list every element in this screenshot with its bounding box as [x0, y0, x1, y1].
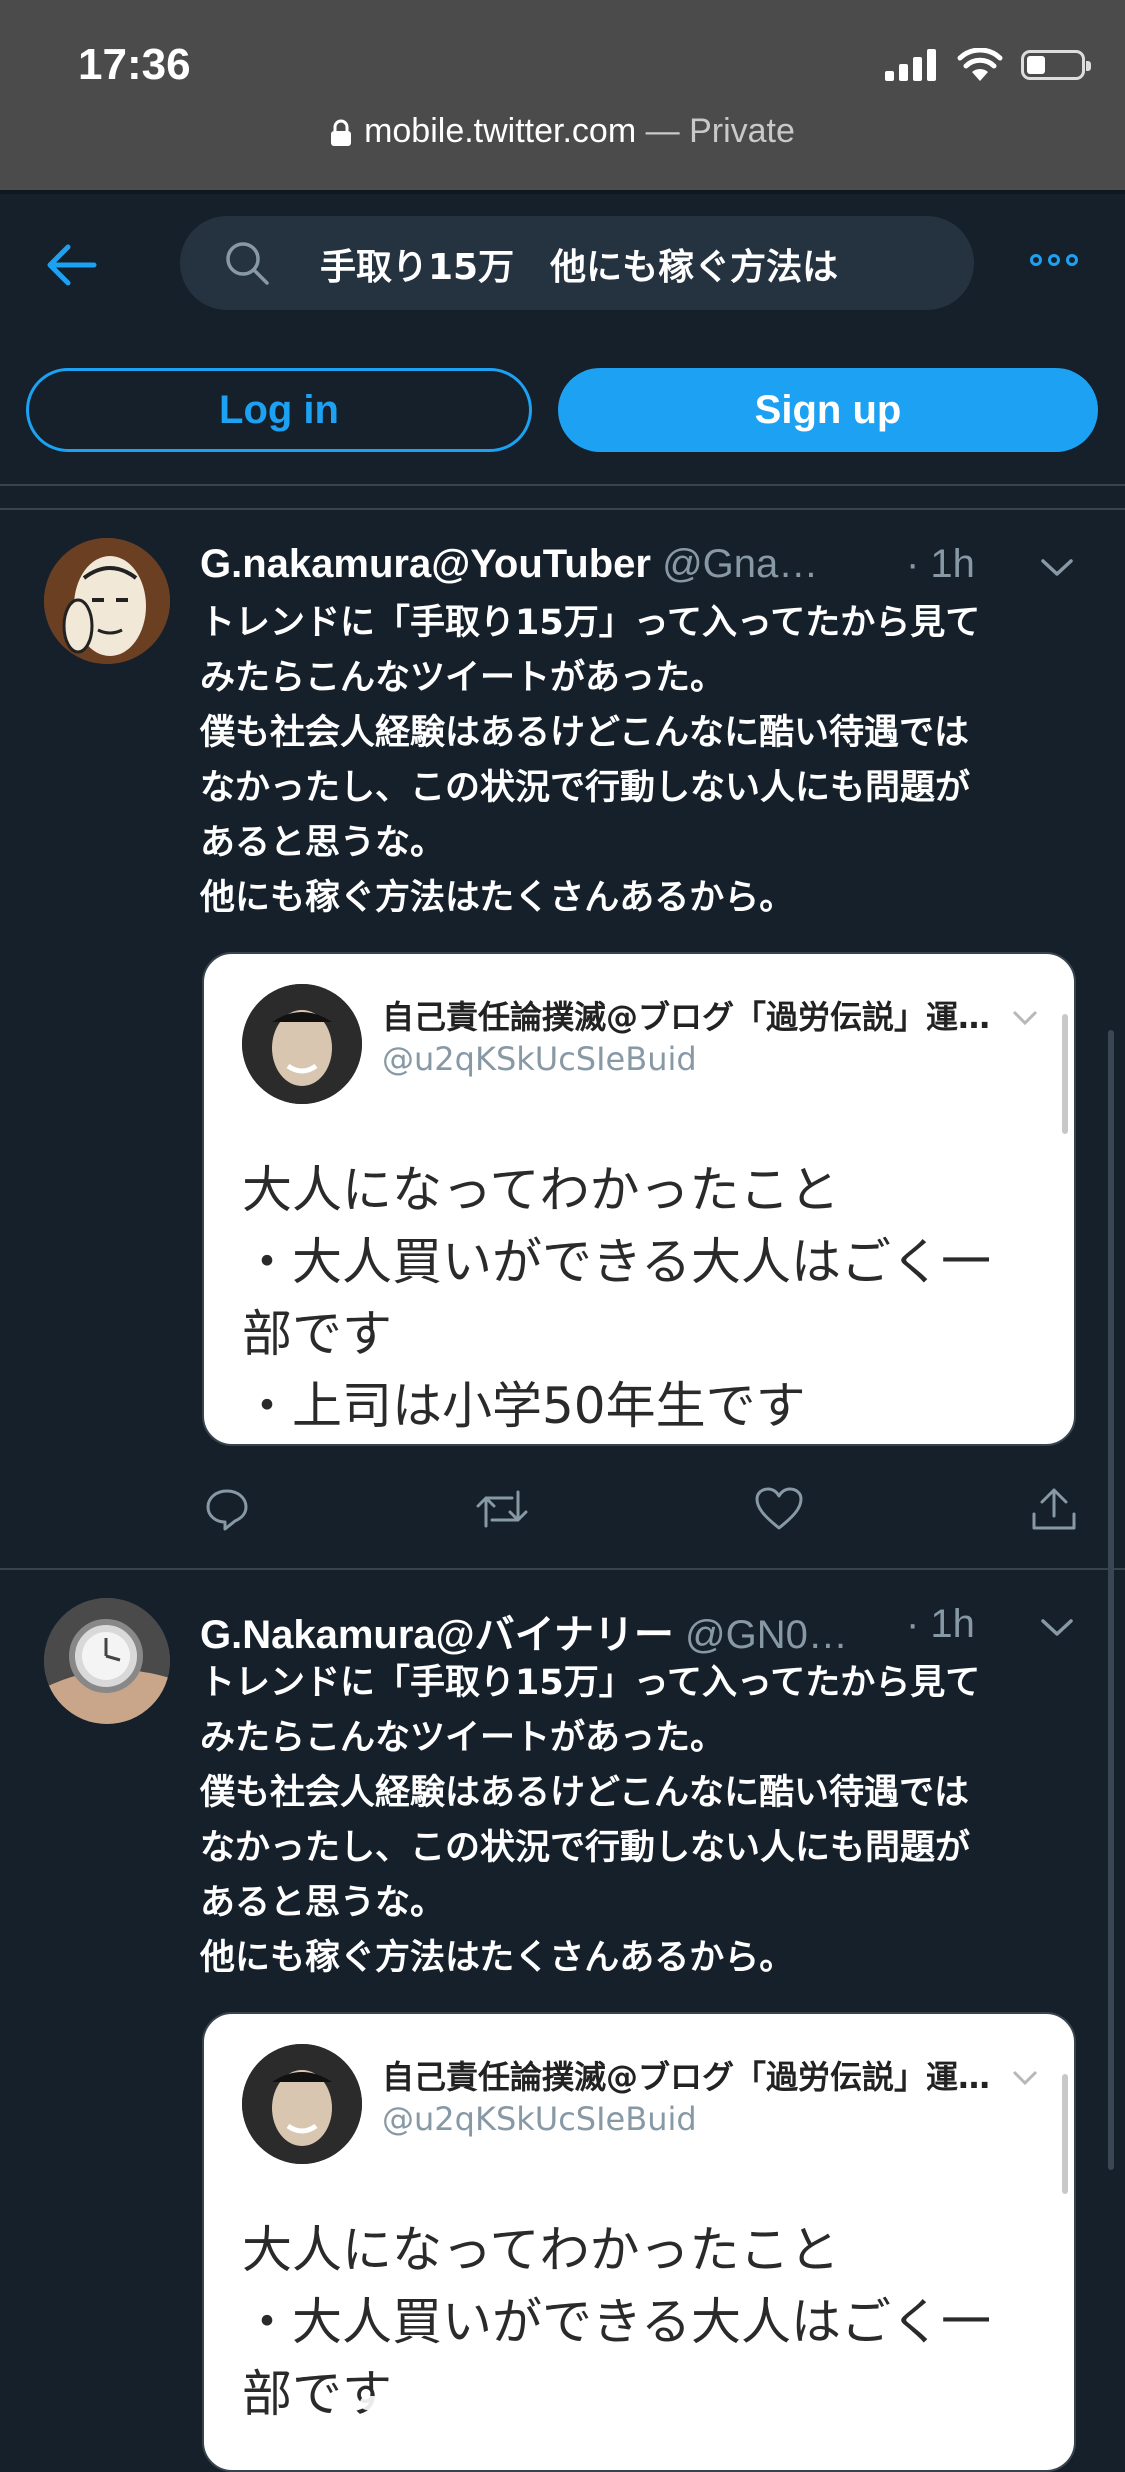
quoted-avatar	[242, 984, 362, 1104]
tweet-text-line: 僕も社会人経験はあるけどこんなに酷い待遇では	[200, 1773, 969, 1813]
tweet-timestamp[interactable]: · 1h	[906, 542, 975, 587]
like-heart-icon[interactable]	[754, 1486, 804, 1532]
card-scrollbar	[1062, 2074, 1068, 2194]
more-options-icon[interactable]	[1030, 254, 1078, 266]
tweet-text-line: みたらこんなツイートがあった。	[200, 658, 726, 698]
private-label: Private	[689, 112, 795, 150]
tweet-text-line: 他にも稼ぐ方法はたくさんあるから。	[200, 878, 795, 918]
quoted-avatar-image	[242, 2044, 362, 2164]
search-query: 手取り15万 他にも稼ぐ方法は	[320, 247, 839, 288]
quoted-handle: @u2qKSkUcSIeBuid	[382, 2100, 697, 2138]
status-bar: 17:36 mobile.twitter.com — Private	[0, 0, 1125, 190]
tweet-text-line: なかったし、この状況で行動しない人にも問題が	[200, 1828, 971, 1868]
divider	[0, 1568, 1125, 1570]
reply-icon[interactable]	[204, 1486, 250, 1532]
status-time: 17:36	[78, 40, 191, 89]
tweet-text-line: トレンドに「手取り15万」って入ってたから見て	[200, 603, 981, 643]
display-name: G.Nakamura@バイナリー	[200, 1613, 674, 1657]
cellular-signal-icon	[885, 49, 936, 81]
chevron-down-icon	[1012, 1010, 1038, 1026]
lock-icon	[331, 119, 352, 147]
tweet-text: トレンドに「手取り15万」って入ってたから見て みたらこんなツイートがあった。 …	[200, 596, 1100, 926]
quoted-text-line: 部です	[242, 2365, 392, 2423]
page-scrollbar[interactable]	[1108, 1030, 1114, 2170]
tweet-text-line: なかったし、この状況で行動しない人にも問題が	[200, 768, 971, 808]
tweet-text-line: あると思うな。	[200, 1883, 446, 1923]
login-button[interactable]: Log in	[26, 368, 532, 452]
divider	[0, 508, 1125, 510]
tweet-text-line: みたらこんなツイートがあった。	[200, 1718, 726, 1758]
avatar-watch-photo	[44, 1598, 170, 1724]
url-separator: —	[636, 112, 690, 150]
quoted-avatar	[242, 2044, 362, 2164]
quoted-display-name: 自己責任論撲滅@ブログ「過労伝説」運…	[382, 998, 991, 1036]
share-icon[interactable]	[1030, 1486, 1078, 1532]
card-scrollbar	[1062, 1014, 1068, 1134]
tweet-timestamp[interactable]: · 1h	[906, 1602, 975, 1647]
tweet-text-line: あると思うな。	[200, 823, 446, 863]
back-arrow-icon[interactable]	[44, 238, 98, 292]
battery-icon	[1021, 50, 1091, 80]
user-handle: @GN0…	[685, 1613, 848, 1657]
avatar[interactable]	[44, 1598, 170, 1724]
retweet-icon[interactable]	[474, 1486, 530, 1532]
tweet-text-line: トレンドに「手取り15万」って入ってたから見て	[200, 1663, 981, 1703]
tweet-text-line: 僕も社会人経験はあるけどこんなに酷い待遇では	[200, 713, 969, 753]
quoted-text-line: 大人になってわかったこと	[242, 2221, 840, 2279]
tweet-user[interactable]: G.nakamura@YouTuber @Gna…	[200, 542, 818, 587]
tweet-text-line: 他にも稼ぐ方法はたくさんあるから。	[200, 1938, 795, 1978]
url-host: mobile.twitter.com	[364, 112, 637, 150]
quoted-text-line: ・大人買いができる大人はごく一	[242, 1233, 991, 1291]
chevron-down-icon	[1012, 2070, 1038, 2086]
tweet-actions	[200, 1486, 1080, 1546]
embedded-image-card[interactable]: 自己責任論撲滅@ブログ「過労伝説」運… @u2qKSkUcSIeBuid 大人に…	[202, 952, 1076, 1446]
signup-button[interactable]: Sign up	[558, 368, 1098, 452]
avatar-illustration	[44, 538, 170, 664]
quoted-avatar-image	[242, 984, 362, 1104]
quoted-text-line: ・大人買いができる大人はごく一	[242, 2293, 991, 2351]
quoted-text-line: ・上司は小学50年生です	[242, 1377, 806, 1435]
chevron-down-icon[interactable]	[1040, 1618, 1074, 1638]
url-bar[interactable]: mobile.twitter.com — Private	[0, 112, 1125, 151]
home-indicator[interactable]	[360, 2396, 764, 2410]
display-name: G.nakamura@YouTuber	[200, 542, 651, 586]
quoted-display-name: 自己責任論撲滅@ブログ「過労伝説」運…	[382, 2058, 991, 2096]
divider	[0, 484, 1125, 486]
tweet-user[interactable]: G.Nakamura@バイナリー @GN0…	[200, 1602, 848, 1660]
tweet-text: トレンドに「手取り15万」って入ってたから見て みたらこんなツイートがあった。 …	[200, 1656, 1100, 1986]
quoted-text-line: 大人になってわかったこと	[242, 1161, 840, 1219]
wifi-icon	[957, 48, 1003, 81]
user-handle: @Gna…	[662, 542, 819, 586]
quoted-handle: @u2qKSkUcSIeBuid	[382, 1040, 697, 1078]
search-icon	[226, 242, 269, 285]
avatar[interactable]	[44, 538, 170, 664]
chevron-down-icon[interactable]	[1040, 558, 1074, 578]
status-icons	[885, 48, 1091, 82]
search-input[interactable]: 手取り15万 他にも稼ぐ方法は	[180, 216, 974, 310]
quoted-text-line: 部です	[242, 1305, 392, 1363]
